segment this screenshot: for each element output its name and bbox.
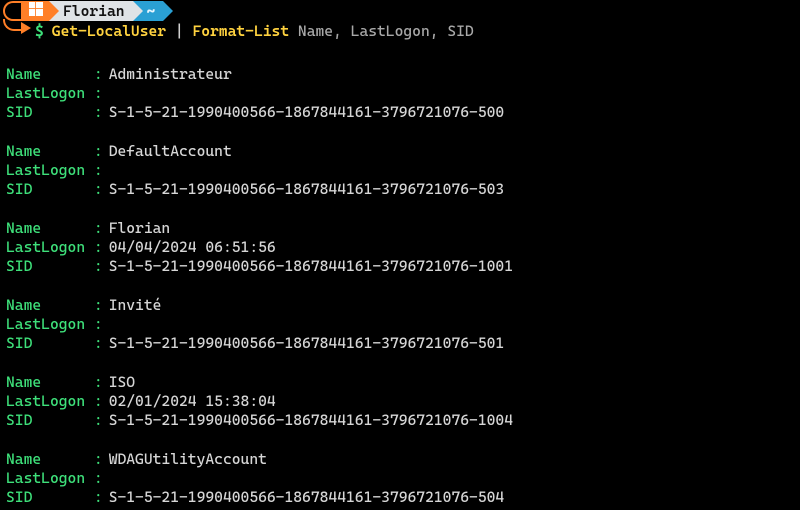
- field-colon: :: [94, 238, 103, 257]
- output-line-sid: SID : S-1-5-21-1990400566-1867844161-3796…: [6, 488, 796, 507]
- output-record: Name :WDAGUtilityAccountLastLogon :SID :…: [6, 450, 796, 507]
- field-value: Invité: [109, 296, 162, 315]
- output-line-lastlogon: LastLogon :: [6, 315, 796, 334]
- output-record: Name :AdministrateurLastLogon :SID :S-1-…: [6, 65, 796, 122]
- output-record: Name :DefaultAccountLastLogon :SID :S-1-…: [6, 142, 796, 199]
- field-colon: :: [94, 296, 103, 315]
- command-args: Name, LastLogon, SID: [289, 22, 474, 40]
- field-label: SID: [6, 180, 94, 199]
- field-label: Name: [6, 65, 94, 84]
- windows-icon: [29, 2, 43, 21]
- field-colon: :: [94, 84, 103, 103]
- cmdlet-get-localuser: Get-LocalUser: [52, 22, 166, 40]
- field-value: S-1-5-21-1990400566-1867844161-379672107…: [109, 488, 505, 507]
- field-colon: :: [94, 411, 103, 430]
- field-label: Name: [6, 296, 94, 315]
- field-colon: :: [94, 103, 103, 122]
- terminal[interactable]: Florian ~ $ Get-LocalUser | Format-List …: [0, 0, 800, 507]
- output-line-name: Name : WDAGUtilityAccount: [6, 450, 796, 469]
- field-colon: :: [94, 392, 103, 411]
- field-label: LastLogon: [6, 315, 94, 334]
- output-line-lastlogon: LastLogon :: [6, 469, 796, 488]
- prompt-segment-user: Florian: [49, 1, 133, 21]
- output-line-lastlogon: LastLogon :: [6, 161, 796, 180]
- field-label: LastLogon: [6, 392, 94, 411]
- command-line[interactable]: $ Get-LocalUser | Format-List Name, Last…: [0, 22, 800, 41]
- field-label: SID: [6, 103, 94, 122]
- output-line-sid: SID : S-1-5-21-1990400566-1867844161-3796…: [6, 180, 796, 199]
- field-label: Name: [6, 142, 94, 161]
- caret-icon: [21, 22, 31, 34]
- field-value: S-1-5-21-1990400566-1867844161-379672107…: [109, 103, 505, 122]
- pipe-operator: |: [166, 22, 192, 40]
- output-line-name: Name : DefaultAccount: [6, 142, 796, 161]
- field-colon: :: [94, 142, 103, 161]
- field-colon: :: [94, 450, 103, 469]
- output-line-name: Name : Administrateur: [6, 65, 796, 84]
- field-colon: :: [94, 161, 103, 180]
- command-text: Get-LocalUser | Format-List Name, LastLo…: [52, 22, 474, 41]
- field-value: S-1-5-21-1990400566-1867844161-379672107…: [109, 334, 505, 353]
- output-line-lastlogon: LastLogon :04/04/2024 06:51:56: [6, 238, 796, 257]
- field-colon: :: [94, 373, 103, 392]
- field-label: LastLogon: [6, 238, 94, 257]
- field-label: Name: [6, 450, 94, 469]
- field-value: 02/01/2024 15:38:04: [109, 392, 276, 411]
- field-value: WDAGUtilityAccount: [109, 450, 267, 469]
- prompt-username: Florian: [63, 2, 125, 21]
- output-record: Name :InvitéLastLogon :SID :S-1-5-21-199…: [6, 296, 796, 353]
- field-label: SID: [6, 411, 94, 430]
- field-colon: :: [94, 315, 103, 334]
- prompt-path: ~: [147, 2, 156, 21]
- prompt-powerline: Florian ~: [0, 0, 800, 22]
- field-colon: :: [94, 180, 103, 199]
- output-line-sid: SID : S-1-5-21-1990400566-1867844161-3796…: [6, 334, 796, 353]
- field-colon: :: [94, 488, 103, 507]
- field-value: S-1-5-21-1990400566-1867844161-379672107…: [109, 411, 513, 430]
- field-label: Name: [6, 219, 94, 238]
- field-value: S-1-5-21-1990400566-1867844161-379672107…: [109, 257, 513, 276]
- output-line-lastlogon: LastLogon :02/01/2024 15:38:04: [6, 392, 796, 411]
- field-colon: :: [94, 334, 103, 353]
- field-colon: :: [94, 257, 103, 276]
- field-value: DefaultAccount: [109, 142, 232, 161]
- field-value: Administrateur: [109, 65, 232, 84]
- field-label: LastLogon: [6, 161, 94, 180]
- cmdlet-format-list: Format-List: [192, 22, 289, 40]
- field-label: SID: [6, 488, 94, 507]
- output-line-name: Name : Florian: [6, 219, 796, 238]
- prompt-sigil: $: [35, 22, 44, 41]
- output-record: Name :FlorianLastLogon :04/04/2024 06:51…: [6, 219, 796, 276]
- output-line-name: Name : ISO: [6, 373, 796, 392]
- field-colon: :: [94, 219, 103, 238]
- field-label: LastLogon: [6, 469, 94, 488]
- output-line-sid: SID : S-1-5-21-1990400566-1867844161-3796…: [6, 257, 796, 276]
- output-line-sid: SID : S-1-5-21-1990400566-1867844161-3796…: [6, 411, 796, 430]
- field-value: ISO: [109, 373, 135, 392]
- output-line-lastlogon: LastLogon :: [6, 84, 796, 103]
- command-output: Name :AdministrateurLastLogon :SID :S-1-…: [0, 41, 800, 507]
- output-record: Name :ISOLastLogon :02/01/2024 15:38:04S…: [6, 373, 796, 430]
- field-colon: :: [94, 65, 103, 84]
- output-line-name: Name : Invité: [6, 296, 796, 315]
- field-label: SID: [6, 334, 94, 353]
- prompt-ribbon-top: [3, 1, 21, 21]
- field-label: SID: [6, 257, 94, 276]
- field-value: S-1-5-21-1990400566-1867844161-379672107…: [109, 180, 505, 199]
- field-value: 04/04/2024 06:51:56: [109, 238, 276, 257]
- field-value: Florian: [109, 219, 171, 238]
- prompt-segment-os: [21, 1, 49, 21]
- field-colon: :: [94, 469, 103, 488]
- output-line-sid: SID : S-1-5-21-1990400566-1867844161-3796…: [6, 103, 796, 122]
- prompt-ribbon-bottom: [3, 19, 21, 31]
- field-label: Name: [6, 373, 94, 392]
- field-label: LastLogon: [6, 84, 94, 103]
